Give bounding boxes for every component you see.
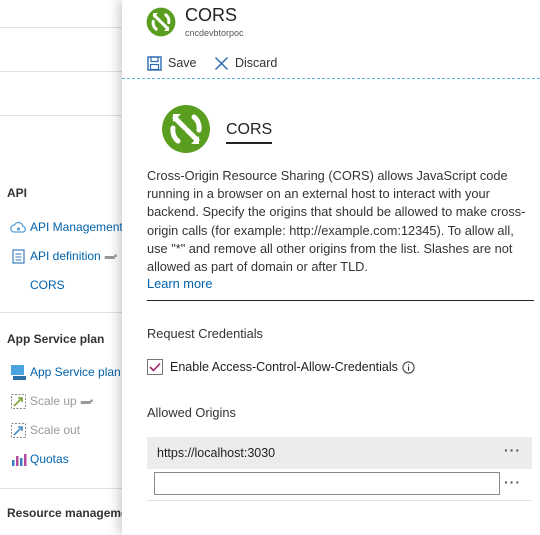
cors-blade: CORS cncdevbtorpoc Save Discard CORS Cro… <box>122 0 540 535</box>
info-icon[interactable] <box>402 360 415 374</box>
blade-subtitle: cncdevbtorpoc <box>185 28 244 38</box>
cloud-icon <box>10 219 27 236</box>
new-origin-input[interactable] <box>154 472 500 495</box>
sidebar-item-label: Scale up <box>30 394 77 408</box>
save-button[interactable]: Save <box>147 53 197 73</box>
resource-menu-sidebar: API API Management API definition ▬▪ COR… <box>0 0 122 535</box>
sidebar-item-app-service-plan[interactable]: App Service plan <box>10 362 121 382</box>
discard-label: Discard <box>235 56 278 70</box>
sidebar-item-api-definition[interactable]: API definition ▬▪ <box>10 246 118 266</box>
sidebar-divider <box>0 71 122 72</box>
cors-description: Cross-Origin Resource Sharing (CORS) all… <box>147 168 526 275</box>
sidebar-item-scale-out[interactable]: Scale out <box>10 420 80 440</box>
sidebar-divider <box>0 488 122 489</box>
discard-button[interactable]: Discard <box>214 53 277 73</box>
scale-up-icon <box>10 393 27 410</box>
more-icon[interactable]: ··· <box>504 442 521 458</box>
sidebar-section-api: API <box>7 186 28 200</box>
sidebar-section-resource-management: Resource management <box>7 506 122 520</box>
preview-indicator: ▬▪ <box>80 395 94 407</box>
cors-heading: CORS <box>226 121 273 144</box>
sidebar-item-label: API Management <box>30 220 122 234</box>
cors-logo-icon <box>146 7 176 37</box>
sidebar-item-label: App Service plan <box>30 365 121 379</box>
allow-credentials-checkbox[interactable] <box>147 359 163 375</box>
sidebar-section-app-service-plan: App Service plan <box>7 332 105 346</box>
cors-logo-icon <box>161 104 211 154</box>
section-divider <box>147 300 534 301</box>
bar-chart-icon <box>10 451 27 468</box>
sidebar-item-api-management[interactable]: API Management <box>10 217 122 237</box>
request-credentials-label: Request Credentials <box>147 326 263 341</box>
document-icon <box>10 248 27 265</box>
sidebar-divider <box>0 312 122 313</box>
new-origin-row: ··· <box>147 469 532 501</box>
sidebar-item-label: Scale out <box>30 423 81 437</box>
learn-more-link[interactable]: Learn more <box>147 276 212 291</box>
sidebar-item-quotas[interactable]: Quotas <box>10 449 69 469</box>
preview-indicator: ▬▪ <box>104 250 118 262</box>
blade-header: CORS cncdevbtorpoc <box>122 0 540 44</box>
origin-row[interactable]: https://localhost:3030 ··· <box>147 437 532 469</box>
sidebar-item-label: CORS <box>30 278 65 292</box>
save-icon <box>147 55 162 71</box>
checkmark-icon <box>149 362 161 372</box>
sidebar-item-label: API definition <box>30 249 101 263</box>
sidebar-divider <box>0 27 122 28</box>
command-bar: Save Discard <box>122 47 540 79</box>
blade-title: CORS <box>185 5 238 25</box>
save-label: Save <box>168 56 197 70</box>
close-icon <box>214 56 229 70</box>
app-service-plan-icon <box>10 364 27 381</box>
sidebar-item-label: Quotas <box>30 452 69 466</box>
origin-value: https://localhost:3030 <box>157 446 276 460</box>
allow-credentials-label[interactable]: Enable Access-Control-Allow-Credentials <box>170 360 398 374</box>
allowed-origins-label: Allowed Origins <box>147 405 236 420</box>
sidebar-item-scale-up[interactable]: Scale up ▬▪ <box>10 391 94 411</box>
more-icon[interactable]: ··· <box>504 474 521 490</box>
sidebar-divider <box>0 115 122 116</box>
scale-out-icon <box>10 422 27 439</box>
credentials-row: Enable Access-Control-Allow-Credentials <box>147 358 415 376</box>
sidebar-item-cors[interactable]: CORS <box>30 275 65 295</box>
